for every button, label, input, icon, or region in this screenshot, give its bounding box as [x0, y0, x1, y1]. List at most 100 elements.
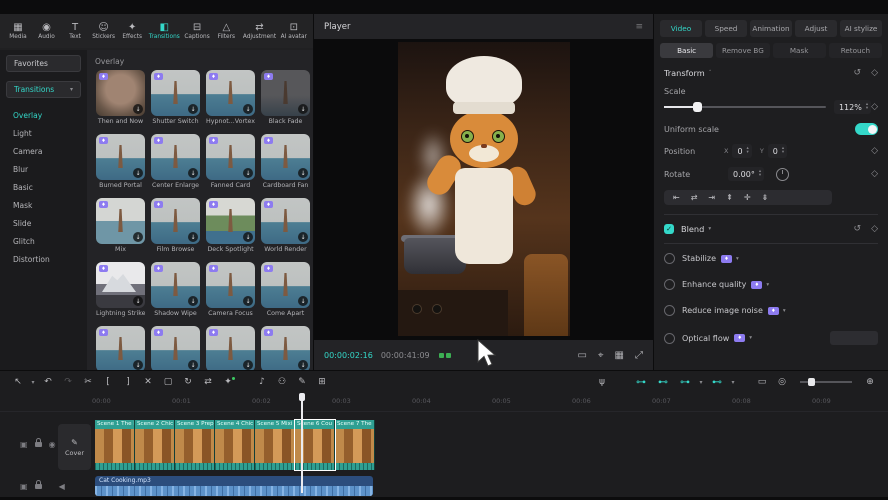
- split-icon[interactable]: ✂: [78, 377, 98, 387]
- fullscreen-icon[interactable]: ⤢: [635, 350, 643, 361]
- stepper-icon[interactable]: ▴▾: [782, 147, 784, 155]
- freeze-frame-icon[interactable]: ▢: [158, 377, 178, 387]
- subtab-basic[interactable]: Basic: [660, 43, 713, 58]
- transition-mix[interactable]: ♦ ↓ Mix: [96, 198, 145, 253]
- keyframe-diamond-icon[interactable]: ◇: [871, 68, 878, 78]
- nav-ai-avatar[interactable]: ⊡ AI avatar: [281, 22, 307, 40]
- nav-adjustment[interactable]: ⇄ Adjustment: [243, 22, 276, 40]
- sidebar-item-overlay[interactable]: Overlay: [0, 106, 87, 124]
- undo-icon[interactable]: ↶: [38, 377, 58, 387]
- tab-ai-stylize[interactable]: AI stylize: [840, 20, 882, 37]
- download-icon[interactable]: ↓: [243, 104, 253, 114]
- download-icon[interactable]: ↓: [298, 104, 308, 114]
- transition-partial-3[interactable]: ♦ ↓: [206, 326, 255, 370]
- nav-text[interactable]: T Text: [63, 22, 87, 40]
- transition-come-apart[interactable]: ♦ ↓ Come Apart: [261, 262, 310, 317]
- hide-track-icon[interactable]: ◉: [49, 440, 56, 449]
- zoom-in-icon[interactable]: ⊕: [860, 377, 880, 387]
- download-icon[interactable]: ↓: [298, 168, 308, 178]
- player-menu-icon[interactable]: ≡: [635, 22, 643, 32]
- download-icon[interactable]: ↓: [133, 232, 143, 242]
- reduce-noise-checkbox[interactable]: [664, 305, 675, 316]
- select-tool-caret-icon[interactable]: ▾: [28, 379, 38, 386]
- stabilize-checkbox[interactable]: [664, 253, 675, 264]
- clip-scene-4[interactable]: Scene 4 Chic: [215, 420, 255, 470]
- preview-area[interactable]: [314, 39, 653, 340]
- transition-partial-1[interactable]: ♦ ↓: [96, 326, 145, 370]
- ripple-toggle-icon[interactable]: ⊷: [706, 377, 728, 388]
- download-icon[interactable]: ↓: [188, 360, 198, 370]
- chevron-down-icon[interactable]: ▾: [783, 308, 786, 314]
- delete-icon[interactable]: ✕: [138, 377, 158, 387]
- align-right-icon[interactable]: ⇥: [708, 193, 715, 202]
- portrait-icon[interactable]: ⚇: [272, 377, 292, 387]
- subtab-mask[interactable]: Mask: [773, 43, 826, 58]
- transition-camera-focus[interactable]: ♦ ↓ Camera Focus: [206, 262, 255, 317]
- stepper-icon[interactable]: ▴▾: [747, 147, 749, 155]
- timeline-zoom-slider[interactable]: [800, 381, 852, 383]
- favorites-button[interactable]: Favorites: [6, 55, 81, 72]
- transition-world-render[interactable]: ♦ ↓ World Render: [261, 198, 310, 253]
- playhead[interactable]: [301, 393, 303, 493]
- sidebar-item-mask[interactable]: Mask: [0, 196, 87, 214]
- select-tool-icon[interactable]: ↖: [8, 377, 28, 387]
- download-icon[interactable]: ↓: [188, 296, 198, 306]
- rotate-dial-icon[interactable]: [776, 168, 789, 181]
- transition-partial-2[interactable]: ♦ ↓: [151, 326, 200, 370]
- chevron-down-icon[interactable]: ▾: [749, 335, 752, 341]
- clip-scene-2[interactable]: Scene 2 Chic: [135, 420, 175, 470]
- sidebar-item-basic[interactable]: Basic: [0, 178, 87, 196]
- mute-clip-icon[interactable]: ♪: [252, 377, 272, 387]
- align-center-icon[interactable]: ✛: [744, 193, 751, 202]
- snap-toggle-icon[interactable]: ⊶: [630, 377, 652, 388]
- transitions-group-button[interactable]: Transitions ▾: [6, 81, 81, 98]
- grid-display-icon[interactable]: ⊞: [312, 377, 332, 387]
- scale-slider[interactable]: [664, 106, 826, 108]
- download-icon[interactable]: ↓: [298, 296, 308, 306]
- subtab-retouch[interactable]: Retouch: [829, 43, 882, 58]
- download-icon[interactable]: ↓: [188, 168, 198, 178]
- rotate-field[interactable]: 0.00° ▴▾: [728, 167, 764, 181]
- redo-icon[interactable]: ↷: [58, 377, 78, 387]
- transition-then-and-now[interactable]: ♦ ↓ Then and Now: [96, 70, 145, 125]
- transition-deck-spotlight[interactable]: ♦ ↓ Deck Spotlight: [206, 198, 255, 253]
- nav-effects[interactable]: ✦ Effects: [120, 22, 144, 40]
- reset-blend-icon[interactable]: ↺: [854, 224, 862, 234]
- download-icon[interactable]: ↓: [243, 296, 253, 306]
- transition-hypnotic-vortex[interactable]: ♦ ↓ Hypnot...Vortex: [206, 70, 255, 125]
- clip-scene-5[interactable]: Scene 5 Mixi: [255, 420, 295, 470]
- edit-cover-button[interactable]: ✎ Cover: [58, 424, 91, 470]
- align-top-icon[interactable]: ⇞: [726, 193, 733, 202]
- mirror-icon[interactable]: ⇄: [198, 377, 218, 387]
- chevron-down-icon[interactable]: ▾: [708, 226, 711, 232]
- download-icon[interactable]: ↓: [133, 360, 143, 370]
- auto-enhance-icon[interactable]: ✦: [218, 377, 238, 387]
- download-icon[interactable]: ↓: [133, 168, 143, 178]
- keyframe-diamond-icon[interactable]: ◇: [871, 102, 878, 112]
- display-mode-icon[interactable]: ▭: [752, 377, 772, 387]
- download-icon[interactable]: ↓: [188, 232, 198, 242]
- audio-clip[interactable]: Cat Cooking.mp3: [95, 476, 373, 496]
- subtab-remove-bg[interactable]: Remove BG: [716, 43, 769, 58]
- optical-flow-checkbox[interactable]: [664, 333, 675, 344]
- download-icon[interactable]: ↓: [298, 360, 308, 370]
- align-left-icon[interactable]: ⇤: [673, 193, 680, 202]
- keyframe-diamond-icon[interactable]: ◇: [871, 224, 878, 234]
- ratio-icon[interactable]: ▭: [577, 350, 586, 361]
- scale-value-field[interactable]: 112% ▴▾: [834, 100, 871, 114]
- position-y-field[interactable]: 0 ▴▾: [768, 144, 787, 158]
- enhance-quality-checkbox[interactable]: [664, 279, 675, 290]
- chevron-down-icon[interactable]: ▾: [766, 282, 769, 288]
- nav-media[interactable]: ▦ Media: [6, 22, 30, 40]
- transition-lightning-strike[interactable]: ♦ ↓ Lightning Strike: [96, 262, 145, 317]
- nav-audio[interactable]: ◉ Audio: [35, 22, 59, 40]
- transition-fanned-card[interactable]: ♦ ↓ Fanned Card: [206, 134, 255, 189]
- tab-speed[interactable]: Speed: [705, 20, 747, 37]
- scale-slider-handle[interactable]: [693, 102, 702, 112]
- main-track-icon[interactable]: ▣: [20, 482, 28, 491]
- uniform-scale-toggle[interactable]: [855, 123, 878, 135]
- transition-film-browse[interactable]: ♦ ↓ Film Browse: [151, 198, 200, 253]
- reverse-icon[interactable]: ↻: [178, 377, 198, 387]
- align-bottom-icon[interactable]: ⇟: [762, 193, 769, 202]
- download-icon[interactable]: ↓: [188, 104, 198, 114]
